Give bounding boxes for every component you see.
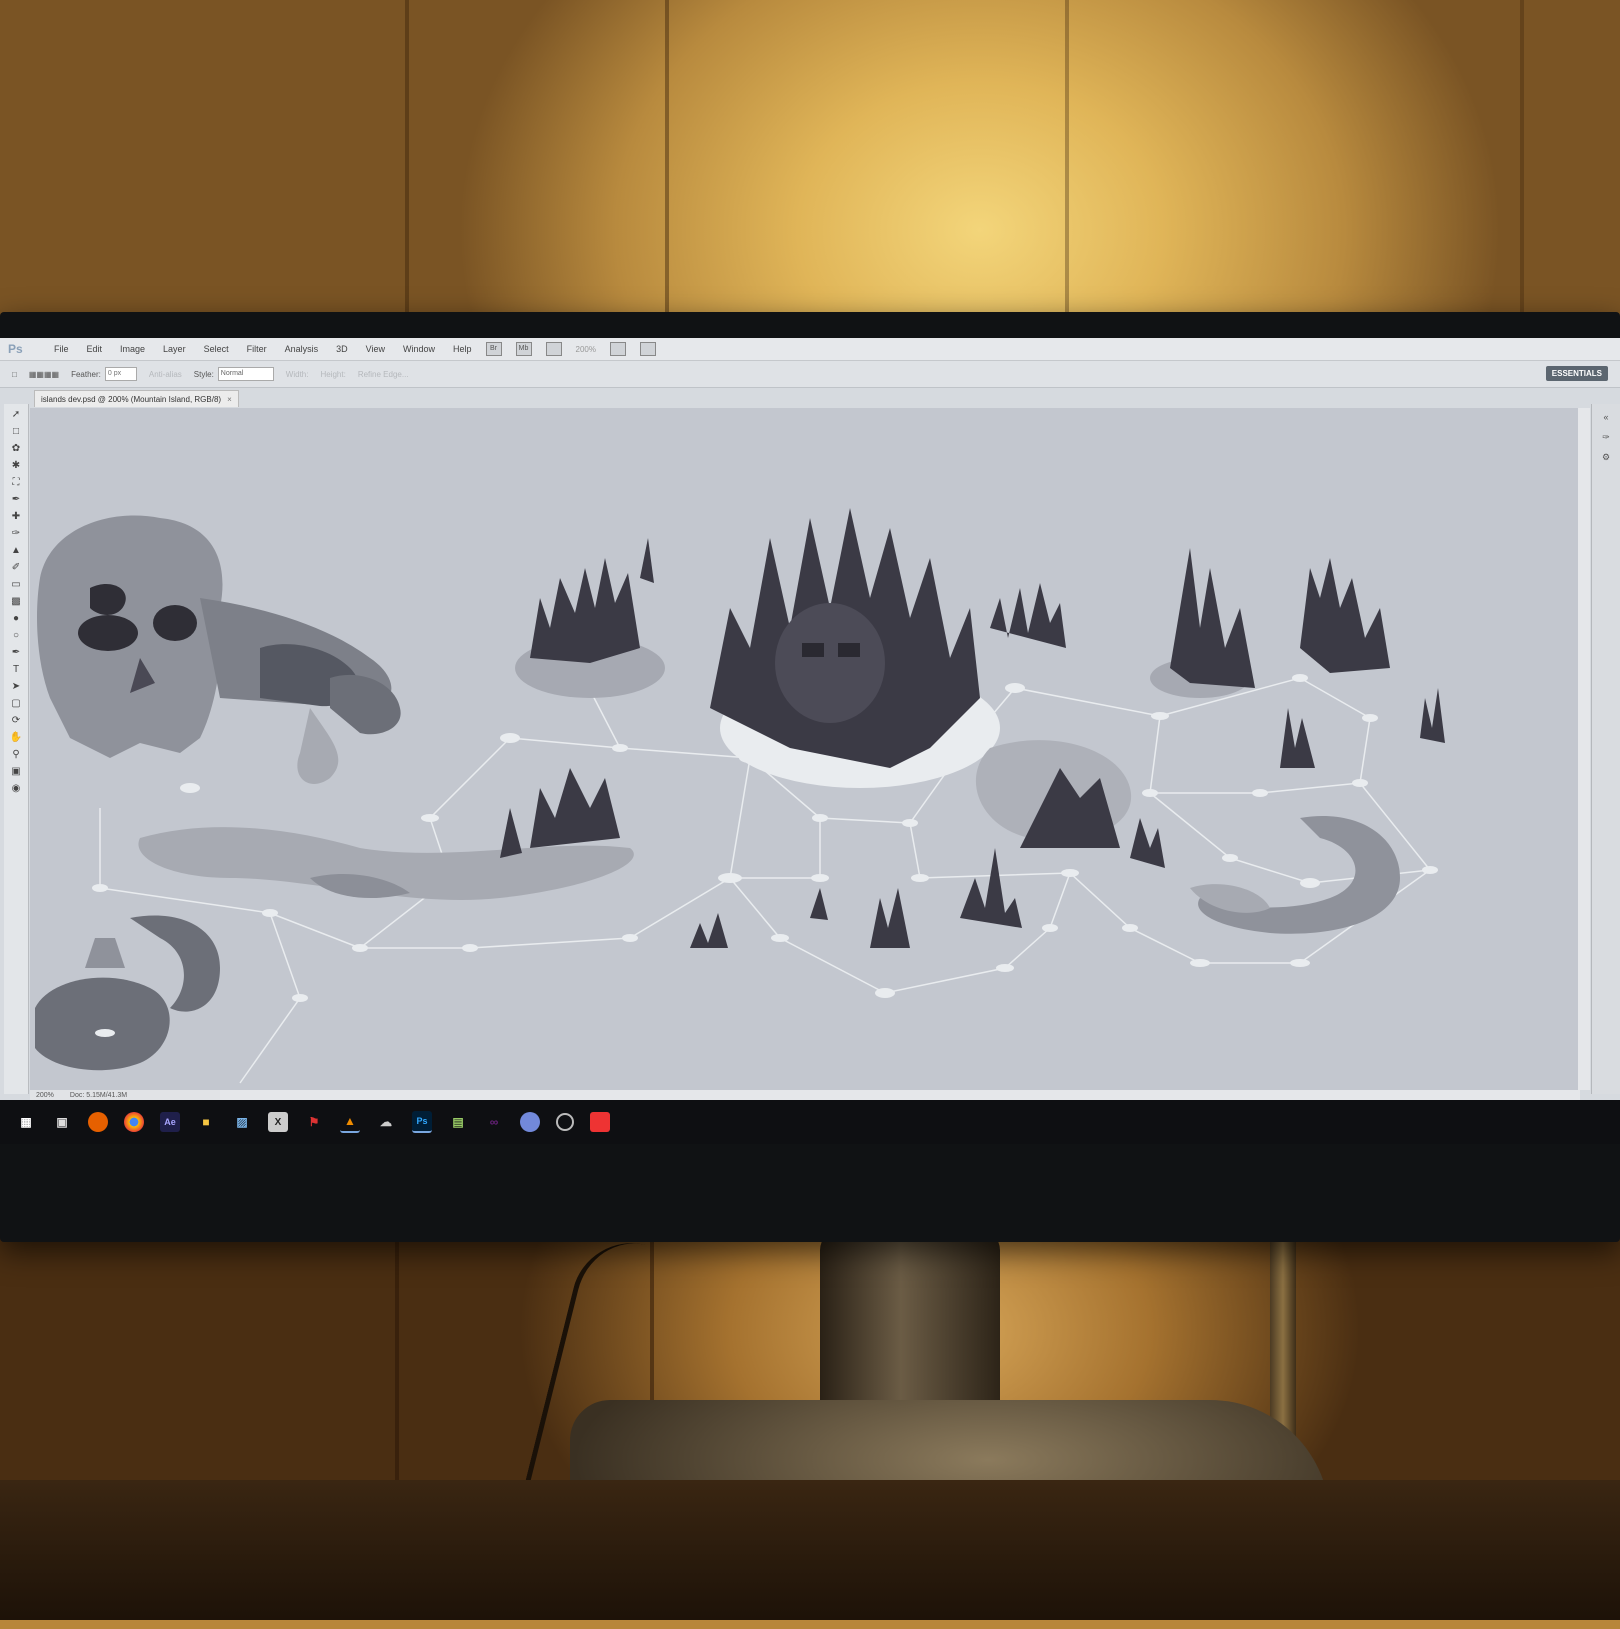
brush-panel-icon[interactable]: ✑ [1600, 432, 1612, 444]
zoom-tool-icon[interactable]: ⚲ [9, 749, 23, 761]
anti-alias-checkbox[interactable]: Anti-alias [149, 370, 182, 379]
app-icon[interactable] [590, 1112, 610, 1132]
style-select[interactable]: Normal [217, 367, 274, 381]
pdf-icon[interactable]: ⚑ [304, 1112, 324, 1132]
capture-icon[interactable]: ▨ [232, 1112, 252, 1132]
skull-island [37, 515, 401, 784]
type-tool-icon[interactable]: T [9, 664, 23, 676]
pen-tool-icon[interactable]: ✒ [9, 647, 23, 659]
width-label: Width: [285, 369, 309, 379]
panel-dock: « ✑ ⚙ [1591, 404, 1620, 1094]
status-doc-size: Doc: 5.15M/41.3M [69, 1091, 128, 1099]
quick-mask-icon[interactable]: ◉ [9, 783, 23, 795]
minibridge-button[interactable]: Mb [515, 342, 532, 356]
move-tool-icon[interactable]: ➚ [9, 409, 23, 421]
options-bar: □ ▦▦▦▦ Feather: 0 px Anti-alias Style: N… [0, 361, 1620, 388]
firefox-icon[interactable] [88, 1112, 108, 1132]
volcano-island-sw [35, 915, 220, 1071]
style-label: Style: [193, 369, 214, 379]
cloud-icon[interactable]: ☁ [376, 1112, 396, 1132]
windows-start-icon[interactable]: ▦ [16, 1112, 36, 1132]
photoshop-logo-icon: Ps [8, 342, 23, 356]
history-brush-tool-icon[interactable]: ✐ [9, 562, 23, 574]
refine-edge-button[interactable]: Refine Edge... [358, 370, 409, 379]
crop-tool-icon[interactable]: ⛶ [9, 477, 23, 489]
document-tab[interactable]: islands dev.psd @ 200% (Mountain Island,… [34, 390, 239, 407]
menu-help[interactable]: Help [453, 344, 472, 354]
bridge-button[interactable]: Br [485, 342, 502, 356]
menu-window[interactable]: Window [403, 344, 435, 354]
aftereffects-icon[interactable]: Ae [160, 1112, 180, 1132]
menu-bar: Ps File Edit Image Layer Select Filter A… [0, 338, 1620, 361]
menu-select[interactable]: Select [204, 344, 229, 354]
excel-icon[interactable]: X [268, 1112, 288, 1132]
3d-tool-icon[interactable]: ⟳ [9, 715, 23, 727]
menu-file[interactable]: File [54, 344, 69, 354]
photoshop-icon[interactable]: Ps [412, 1111, 432, 1133]
color-swatches-icon[interactable]: ▣ [9, 766, 23, 778]
obs-icon[interactable] [556, 1113, 574, 1131]
quick-select-tool-icon[interactable]: ✱ [9, 460, 23, 472]
height-label: Height: [320, 369, 346, 379]
stamp-tool-icon[interactable]: ▲ [9, 545, 23, 557]
healing-tool-icon[interactable]: ✚ [9, 511, 23, 523]
menu-analysis[interactable]: Analysis [285, 344, 319, 354]
shape-tool-icon[interactable]: ▢ [9, 698, 23, 710]
folder-icon[interactable]: ■ [196, 1112, 216, 1132]
marquee-preset-icon[interactable]: □ [12, 370, 17, 379]
screen-mode-icon[interactable] [639, 342, 656, 356]
vertical-scrollbar[interactable] [1578, 408, 1590, 1090]
menu-layer[interactable]: Layer [163, 344, 186, 354]
status-bar: 200% Doc: 5.15M/41.3M [30, 1090, 220, 1100]
task-view-icon[interactable]: ▣ [52, 1112, 72, 1132]
tools-panel: ➚ □ ✿ ✱ ⛶ ✒ ✚ ✑ ▲ ✐ ▭ ▩ ● ○ ✒ T ➤ ▢ ⟳ ✋ … [4, 404, 29, 1094]
forest-island-ne [1150, 548, 1445, 768]
discord-icon[interactable] [520, 1112, 540, 1132]
desk [0, 1480, 1620, 1620]
horizontal-scrollbar[interactable] [220, 1090, 1580, 1100]
crescent-island-e [1190, 816, 1400, 934]
vlc-icon[interactable]: ▲ [340, 1111, 360, 1133]
notepad-icon[interactable]: ▤ [448, 1112, 468, 1132]
menu-edit[interactable]: Edit [87, 344, 103, 354]
eyedropper-tool-icon[interactable]: ✒ [9, 494, 23, 506]
menu-view[interactable]: View [366, 344, 385, 354]
arrange-documents-icon[interactable] [609, 342, 626, 356]
gradient-tool-icon[interactable]: ▩ [9, 596, 23, 608]
island-map-artwork [35, 508, 1445, 1084]
menu-image[interactable]: Image [120, 344, 145, 354]
windows-taskbar: ▦ ▣ Ae ■ ▨ X ⚑ ▲ ☁ Ps ▤ ∞ [0, 1100, 1620, 1144]
visualstudio-icon[interactable]: ∞ [484, 1112, 504, 1132]
brush-tool-icon[interactable]: ✑ [9, 528, 23, 540]
document-canvas[interactable] [30, 408, 1586, 1090]
screen: Ps File Edit Image Layer Select Filter A… [0, 338, 1620, 1144]
chrome-icon[interactable] [124, 1112, 144, 1132]
view-extras-icon[interactable] [545, 342, 562, 356]
menu-3d[interactable]: 3D [336, 344, 348, 354]
status-zoom[interactable]: 200% [30, 1092, 60, 1099]
tool-presets-icon[interactable]: ⚙ [1600, 452, 1612, 464]
workspace-essentials-button[interactable]: ESSENTIALS [1545, 366, 1608, 381]
forest-cluster-s [690, 848, 1022, 948]
lasso-tool-icon[interactable]: ✿ [9, 443, 23, 455]
path-select-tool-icon[interactable]: ➤ [9, 681, 23, 693]
hand-tool-icon[interactable]: ✋ [9, 732, 23, 744]
marquee-tool-icon[interactable]: □ [9, 426, 23, 438]
close-icon[interactable]: × [227, 395, 232, 404]
menu-filter[interactable]: Filter [247, 344, 267, 354]
dodge-tool-icon[interactable]: ○ [9, 630, 23, 642]
blur-tool-icon[interactable]: ● [9, 613, 23, 625]
feather-input[interactable]: 0 px [104, 367, 137, 381]
swirl-island-e [975, 740, 1165, 868]
eraser-tool-icon[interactable]: ▭ [9, 579, 23, 591]
zoom-level-field[interactable]: 200% [576, 345, 596, 354]
feather-label: Feather: [71, 369, 101, 379]
document-tab-title: islands dev.psd @ 200% (Mountain Island,… [41, 394, 222, 404]
forest-island-nw [515, 538, 665, 698]
cloud-forest-island-w [138, 768, 634, 901]
selection-mode-icons[interactable]: ▦▦▦▦ [29, 370, 59, 379]
panel-collapse-icon[interactable]: « [1600, 412, 1612, 424]
